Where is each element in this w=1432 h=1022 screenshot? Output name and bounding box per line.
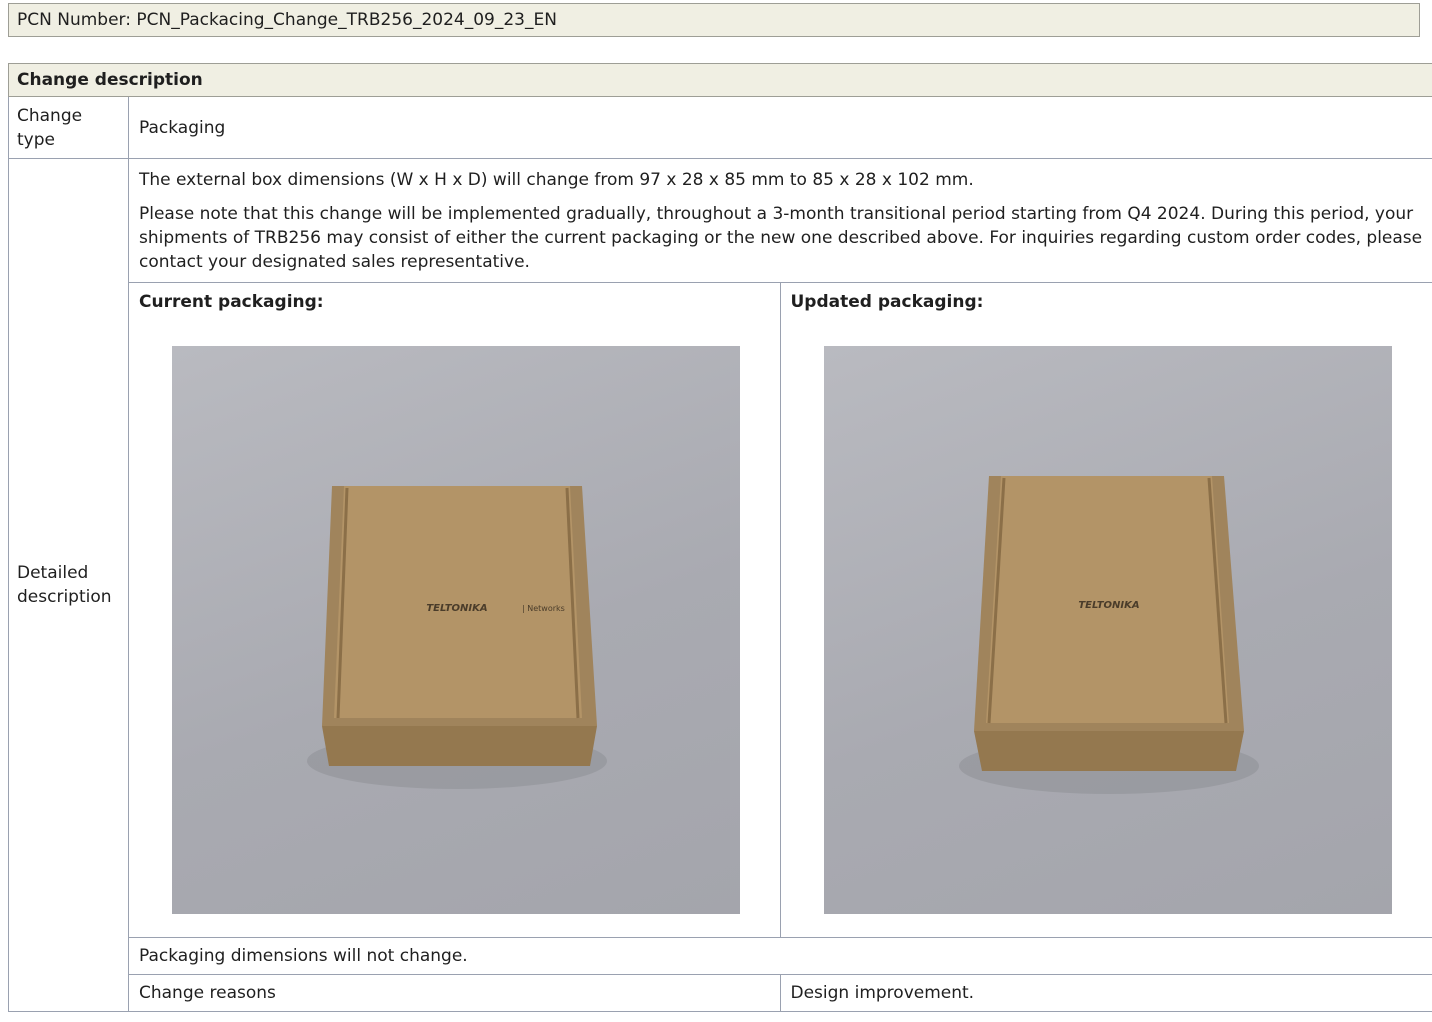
detailed-description-row: Detailed description The external box di… [8, 158, 1432, 1012]
detailed-description-label: Detailed description [8, 158, 129, 1012]
current-packaging-cell: Current packaging: TELTONIKA | Networks [129, 282, 781, 938]
updated-packaging-title: Updated packaging: [790, 292, 984, 312]
change-description-table: Change description Change type Packaging… [8, 63, 1432, 1012]
section-title: Change description [8, 63, 1432, 97]
pcn-number: PCN Number: PCN_Packacing_Change_TRB256_… [8, 3, 1420, 37]
current-packaging-photo: TELTONIKA | Networks [172, 346, 740, 914]
transition-paragraph: Please note that this change will be imp… [139, 204, 1423, 272]
change-type-value: Packaging [128, 96, 1432, 159]
change-reasons-label: Change reasons [129, 974, 781, 1011]
current-logo-text: TELTONIKA [426, 603, 487, 614]
change-type-label: Change type [8, 96, 129, 159]
current-logo-suffix: | Networks [522, 604, 565, 613]
change-reasons-value: Design improvement. [779, 974, 1432, 1011]
section-header: Change description [8, 63, 1432, 97]
updated-packaging-photo: TELTONIKA [823, 346, 1392, 914]
change-type-row: Change type Packaging [8, 96, 1432, 159]
current-packaging-title: Current packaging: [139, 292, 324, 312]
updated-packaging-cell: Updated packaging: TELTONIKA [779, 282, 1432, 938]
dimensions-note: Packaging dimensions will not change. [129, 937, 1432, 975]
detailed-description-content: The external box dimensions (W x H x D) … [128, 158, 1432, 1012]
dimensions-paragraph: The external box dimensions (W x H x D) … [139, 170, 974, 190]
updated-logo-text: TELTONIKA [1078, 600, 1139, 611]
packaging-comparison-table: Current packaging: TELTONIKA | Networks … [129, 282, 1432, 1011]
